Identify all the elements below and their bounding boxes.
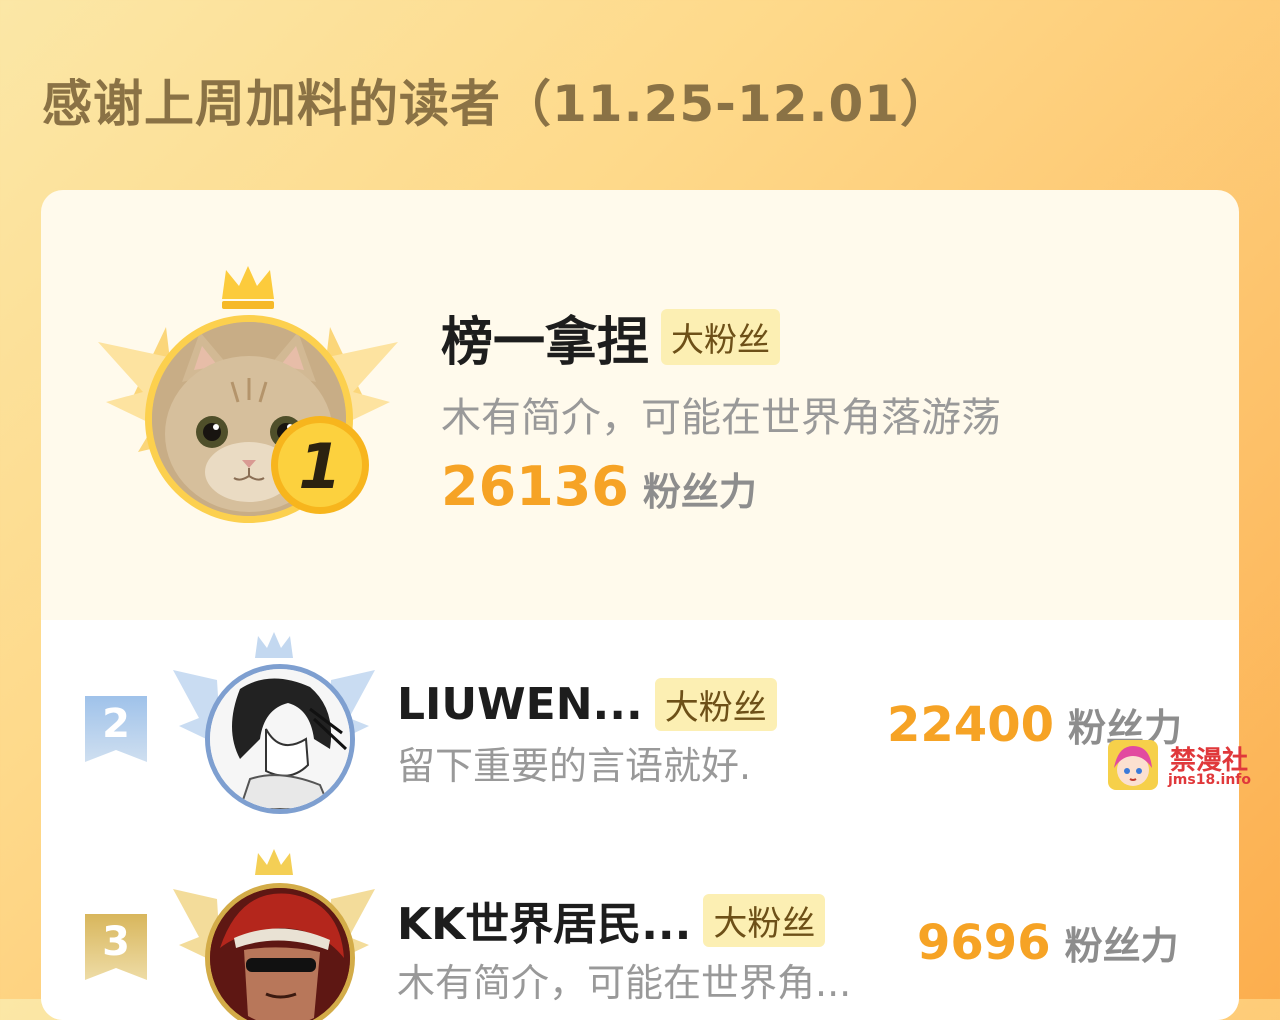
rank-2-name[interactable]: LIUWEN... (397, 679, 643, 730)
rank-2-number: 2 (102, 701, 130, 747)
ranking-card: 1 榜一拿捏 大粉丝 木有简介，可能在世界角落游荡 26136 粉丝力 2 LI… (41, 190, 1239, 1020)
manga-sketch-avatar (205, 664, 355, 814)
rank-3-avatar-frame[interactable] (169, 845, 379, 1020)
rank-1-medal-icon: 1 (271, 416, 369, 514)
anime-girl-icon (1108, 740, 1158, 790)
rank-2-score: 22400 (887, 697, 1054, 753)
rank-3-score: 9696 (917, 915, 1051, 971)
watermark: 禁漫社 jms18.info (1108, 740, 1258, 792)
rank-2-bio: 留下重要的言语就好. (397, 744, 752, 788)
rank-2-avatar-frame[interactable] (169, 630, 379, 820)
rank-3-score-row: 9696 粉丝力 (917, 915, 1179, 971)
rank-1-bio: 木有简介，可能在世界角落游荡 (441, 395, 1001, 441)
rank-3-flag: 3 (85, 914, 147, 980)
rank-3-number: 3 (102, 919, 130, 965)
sunglasses-character-avatar (205, 883, 355, 1020)
rank-1-avatar-frame[interactable]: 1 (98, 262, 398, 542)
rank-2-fan-badge: 大粉丝 (654, 677, 777, 731)
rank-1-name-row: 榜一拿捏 大粉丝 (441, 300, 781, 375)
rank-1-score-row: 26136 粉丝力 (441, 455, 757, 518)
rank-1-fan-badge: 大粉丝 (661, 309, 781, 365)
rank-1-name[interactable]: 榜一拿捏 (441, 300, 649, 375)
rank-1-score-unit: 粉丝力 (642, 470, 757, 514)
page-title: 感谢上周加料的读者（11.25-12.01） (42, 75, 952, 133)
rank-3-name[interactable]: KK世界居民... (397, 888, 691, 952)
rank-3-name-row: KK世界居民... 大粉丝 (397, 888, 826, 952)
rank-1-score: 26136 (441, 455, 629, 518)
rank-2-name-row: LIUWEN... 大粉丝 (397, 674, 777, 734)
rank-3-fan-badge: 大粉丝 (703, 893, 826, 947)
watermark-url: jms18.info (1168, 772, 1251, 788)
rank-1-number: 1 (298, 430, 341, 503)
rank-3-score-unit: 粉丝力 (1064, 924, 1179, 968)
rank-2-flag: 2 (85, 696, 147, 762)
